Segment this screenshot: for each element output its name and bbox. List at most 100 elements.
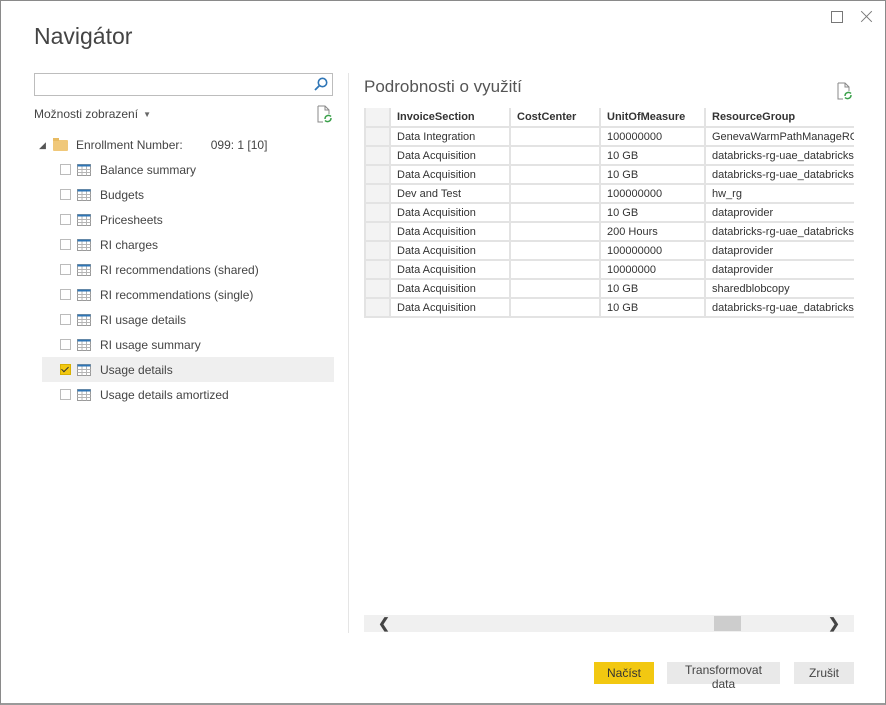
tree-item-label: Usage details	[100, 362, 173, 377]
tree-item[interactable]: Usage details amortized	[42, 382, 334, 407]
row-header	[364, 259, 391, 280]
expand-triangle-icon[interactable]: ◢	[39, 140, 51, 151]
pane-divider	[348, 73, 349, 633]
checkbox[interactable]	[60, 164, 71, 175]
table-icon	[77, 288, 91, 301]
table-cell: 10 GB	[599, 297, 706, 318]
table-icon	[77, 213, 91, 226]
table-cell: Data Acquisition	[389, 221, 511, 242]
tree-item[interactable]: RI charges	[42, 232, 334, 257]
table-cell: Data Acquisition	[389, 297, 511, 318]
table-row: Data Acquisition 10 GB dataprovider	[364, 202, 854, 223]
preview-table: InvoiceSection CostCenter UnitOfMeasure Res…	[364, 108, 854, 318]
table-cell: 100000000	[599, 126, 706, 147]
table-cell: 10 GB	[599, 278, 706, 299]
tree-item[interactable]: RI recommendations (shared)	[42, 257, 334, 282]
table-cell: Data Acquisition	[389, 240, 511, 261]
row-header	[364, 278, 391, 299]
navigator-dialog: Navigátor Možnosti zobrazení ▼ ◢ Enrollme…	[0, 0, 886, 705]
search-icon[interactable]	[313, 76, 329, 92]
row-header	[364, 126, 391, 147]
row-header	[364, 202, 391, 223]
checkbox[interactable]	[60, 314, 71, 325]
table-row: Data Acquisition 10 GB databricks-rg-uae_d…	[364, 297, 854, 318]
table-cell: dataprovider	[704, 202, 854, 223]
checkbox[interactable]	[60, 289, 71, 300]
table-cell: 100000000	[599, 183, 706, 204]
load-button[interactable]: Načíst	[594, 662, 654, 684]
tree-item[interactable]: Budgets	[42, 182, 334, 207]
row-header	[364, 240, 391, 261]
search-box[interactable]	[34, 73, 333, 96]
column-header[interactable]: UnitOfMeasure	[599, 108, 706, 128]
tree-item-label: RI usage details	[100, 312, 187, 327]
cancel-button[interactable]: Zrušit	[794, 662, 854, 684]
transform-data-button[interactable]: Transformovat data	[667, 662, 780, 691]
tree-item[interactable]: RI usage details	[42, 307, 334, 332]
tree-item-label: Pricesheets	[100, 212, 163, 227]
scroll-right-icon[interactable]: ❯	[826, 615, 842, 632]
search-input[interactable]	[35, 74, 313, 95]
horizontal-scrollbar[interactable]: ❮ ❯	[364, 615, 854, 632]
table-cell: 200 Hours	[599, 221, 706, 242]
table-cell: Data Acquisition	[389, 259, 511, 280]
table-cell: sharedblobcopy	[704, 278, 854, 299]
tree-item[interactable]: Balance summary	[42, 157, 334, 182]
tree-item[interactable]: Pricesheets	[42, 207, 334, 232]
table-cell	[509, 240, 601, 261]
tree-item-label: RI charges	[100, 237, 159, 252]
checkbox[interactable]	[60, 389, 71, 400]
table-icon	[77, 238, 91, 251]
row-header	[364, 183, 391, 204]
table-icon	[77, 263, 91, 276]
table-row: Data Acquisition 10 GB databricks-rg-uae_d…	[364, 145, 854, 166]
tree-item[interactable]: Usage details	[42, 357, 334, 382]
table-cell	[509, 164, 601, 185]
table-row: Data Acquisition 10 GB sharedblobcopy	[364, 278, 854, 299]
table-cell: databricks-rg-uae_databricks-	[704, 297, 854, 318]
checkbox[interactable]	[60, 239, 71, 250]
tree-item-label: Balance summary	[100, 162, 197, 177]
table-cell	[509, 278, 601, 299]
tree-item[interactable]: RI usage summary	[42, 332, 334, 357]
navigator-tree: Balance summary Budgets Pricesheets RI char…	[42, 157, 334, 407]
table-row: Dev and Test 100000000 hw_rg	[364, 183, 854, 204]
table-cell: 10 GB	[599, 164, 706, 185]
view-options-label: Možnosti zobrazení	[34, 107, 139, 121]
maximize-icon[interactable]	[829, 9, 845, 25]
checkbox[interactable]	[60, 364, 71, 375]
checkbox[interactable]	[60, 339, 71, 350]
scroll-left-icon[interactable]: ❮	[376, 615, 392, 632]
table-row: Data Integration 100000000 GenevaWarmPathM…	[364, 126, 854, 147]
tree-item-label: Usage details amortized	[100, 387, 229, 402]
table-cell: Data Acquisition	[389, 278, 511, 299]
checkbox[interactable]	[60, 264, 71, 275]
column-header[interactable]: ResourceGroup	[704, 108, 854, 128]
table-cell	[509, 183, 601, 204]
table-header-row: InvoiceSection CostCenter UnitOfMeasure Res…	[364, 108, 854, 128]
tree-root-enrollment[interactable]: ◢ Enrollment Number: 099: 1 [10]	[39, 136, 267, 154]
tree-item-label: RI recommendations (shared)	[100, 262, 259, 277]
refresh-preview-icon[interactable]	[835, 82, 853, 100]
close-icon[interactable]	[859, 9, 875, 25]
preview-table-container: InvoiceSection CostCenter UnitOfMeasure Res…	[364, 108, 854, 340]
table-cell: GenevaWarmPathManageRG	[704, 126, 854, 147]
row-header	[364, 297, 391, 318]
table-cell: hw_rg	[704, 183, 854, 204]
checkbox[interactable]	[60, 214, 71, 225]
tree-item[interactable]: RI recommendations (single)	[42, 282, 334, 307]
column-header[interactable]: CostCenter	[509, 108, 601, 128]
column-header[interactable]: InvoiceSection	[389, 108, 511, 128]
checkbox[interactable]	[60, 189, 71, 200]
table-cell	[509, 145, 601, 166]
table-cell: databricks-rg-uae_databricks-	[704, 221, 854, 242]
view-options-dropdown[interactable]: Možnosti zobrazení ▼	[34, 107, 151, 121]
scrollbar-thumb[interactable]	[714, 616, 741, 631]
table-cell: 10000000	[599, 259, 706, 280]
tree-item-label: Budgets	[100, 187, 145, 202]
folder-icon	[53, 137, 68, 151]
refresh-icon[interactable]	[315, 105, 333, 123]
table-icon	[77, 188, 91, 201]
table-icon	[77, 363, 91, 376]
table-cell: Data Acquisition	[389, 164, 511, 185]
